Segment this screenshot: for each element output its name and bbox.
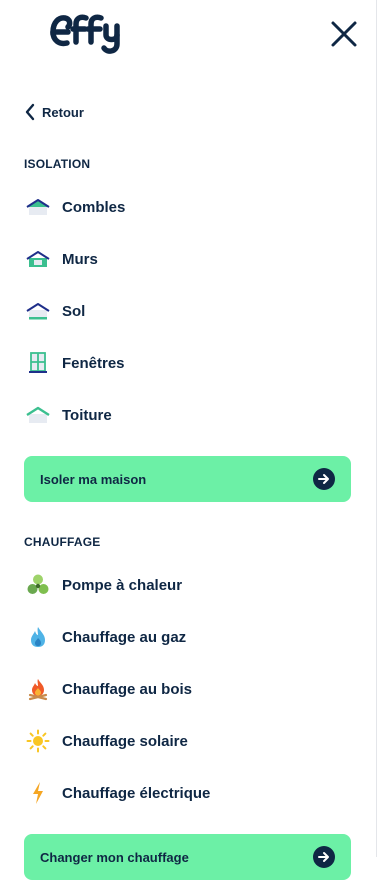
menu-item-chauffage-bois[interactable]: Chauffage au bois	[24, 675, 192, 703]
effy-logo[interactable]: effy	[49, 8, 125, 56]
menu-item-murs[interactable]: Murs	[24, 245, 98, 273]
window-icon	[24, 349, 52, 377]
menu-item-label: Fenêtres	[62, 354, 125, 372]
menu-item-sol[interactable]: Sol	[24, 297, 85, 325]
menu-item-label: Pompe à chaleur	[62, 576, 183, 594]
menu-item-pompe-a-chaleur[interactable]: Pompe à chaleur	[24, 571, 182, 599]
menu-item-toiture[interactable]: Toiture	[24, 401, 112, 429]
section-title-isolation: ISOLATION	[24, 157, 91, 171]
menu-item-combles[interactable]: Combles	[24, 193, 125, 221]
menu-item-label: Chauffage électrique	[62, 784, 211, 802]
menu-item-label: Murs	[62, 250, 98, 268]
back-link[interactable]: Retour	[24, 101, 84, 123]
menu-item-label: Sol	[62, 302, 86, 320]
close-icon	[331, 21, 357, 47]
close-button[interactable]	[328, 18, 360, 50]
menu-item-label: Chauffage au bois	[62, 680, 193, 698]
walls-icon	[24, 245, 52, 273]
section-title-chauffage: CHAUFFAGE	[24, 535, 101, 549]
menu-item-fenetres[interactable]: Fenêtres	[24, 349, 125, 377]
back-label: Retour	[42, 104, 84, 120]
gas-flame-icon	[24, 623, 52, 651]
menu-item-label: Chauffage au gaz	[62, 628, 187, 646]
menu-item-label: Combles	[62, 198, 126, 216]
attic-icon	[24, 193, 52, 221]
changer-mon-chauffage-button[interactable]: Changer mon chauffage	[24, 834, 351, 880]
menu-item-label: Chauffage solaire	[62, 732, 188, 750]
menu-item-chauffage-solaire[interactable]: Chauffage solaire	[24, 727, 188, 755]
sun-icon	[24, 727, 52, 755]
floor-icon	[24, 297, 52, 325]
cta-label: Changer mon chauffage	[40, 849, 189, 865]
roof-icon	[24, 401, 52, 429]
cta-label: Isoler ma maison	[40, 471, 147, 487]
lightning-icon	[24, 779, 52, 807]
chevron-left-icon	[25, 103, 35, 121]
menu-item-label: Toiture	[62, 406, 112, 424]
heat-pump-icon	[24, 571, 52, 599]
menu-item-chauffage-gaz[interactable]: Chauffage au gaz	[24, 623, 186, 651]
menu-item-chauffage-electrique[interactable]: Chauffage électrique	[24, 779, 210, 807]
wood-fire-icon	[24, 675, 52, 703]
isoler-ma-maison-button[interactable]: Isoler ma maison	[24, 456, 351, 502]
arrow-right-icon	[313, 468, 335, 490]
arrow-right-icon	[313, 846, 335, 868]
